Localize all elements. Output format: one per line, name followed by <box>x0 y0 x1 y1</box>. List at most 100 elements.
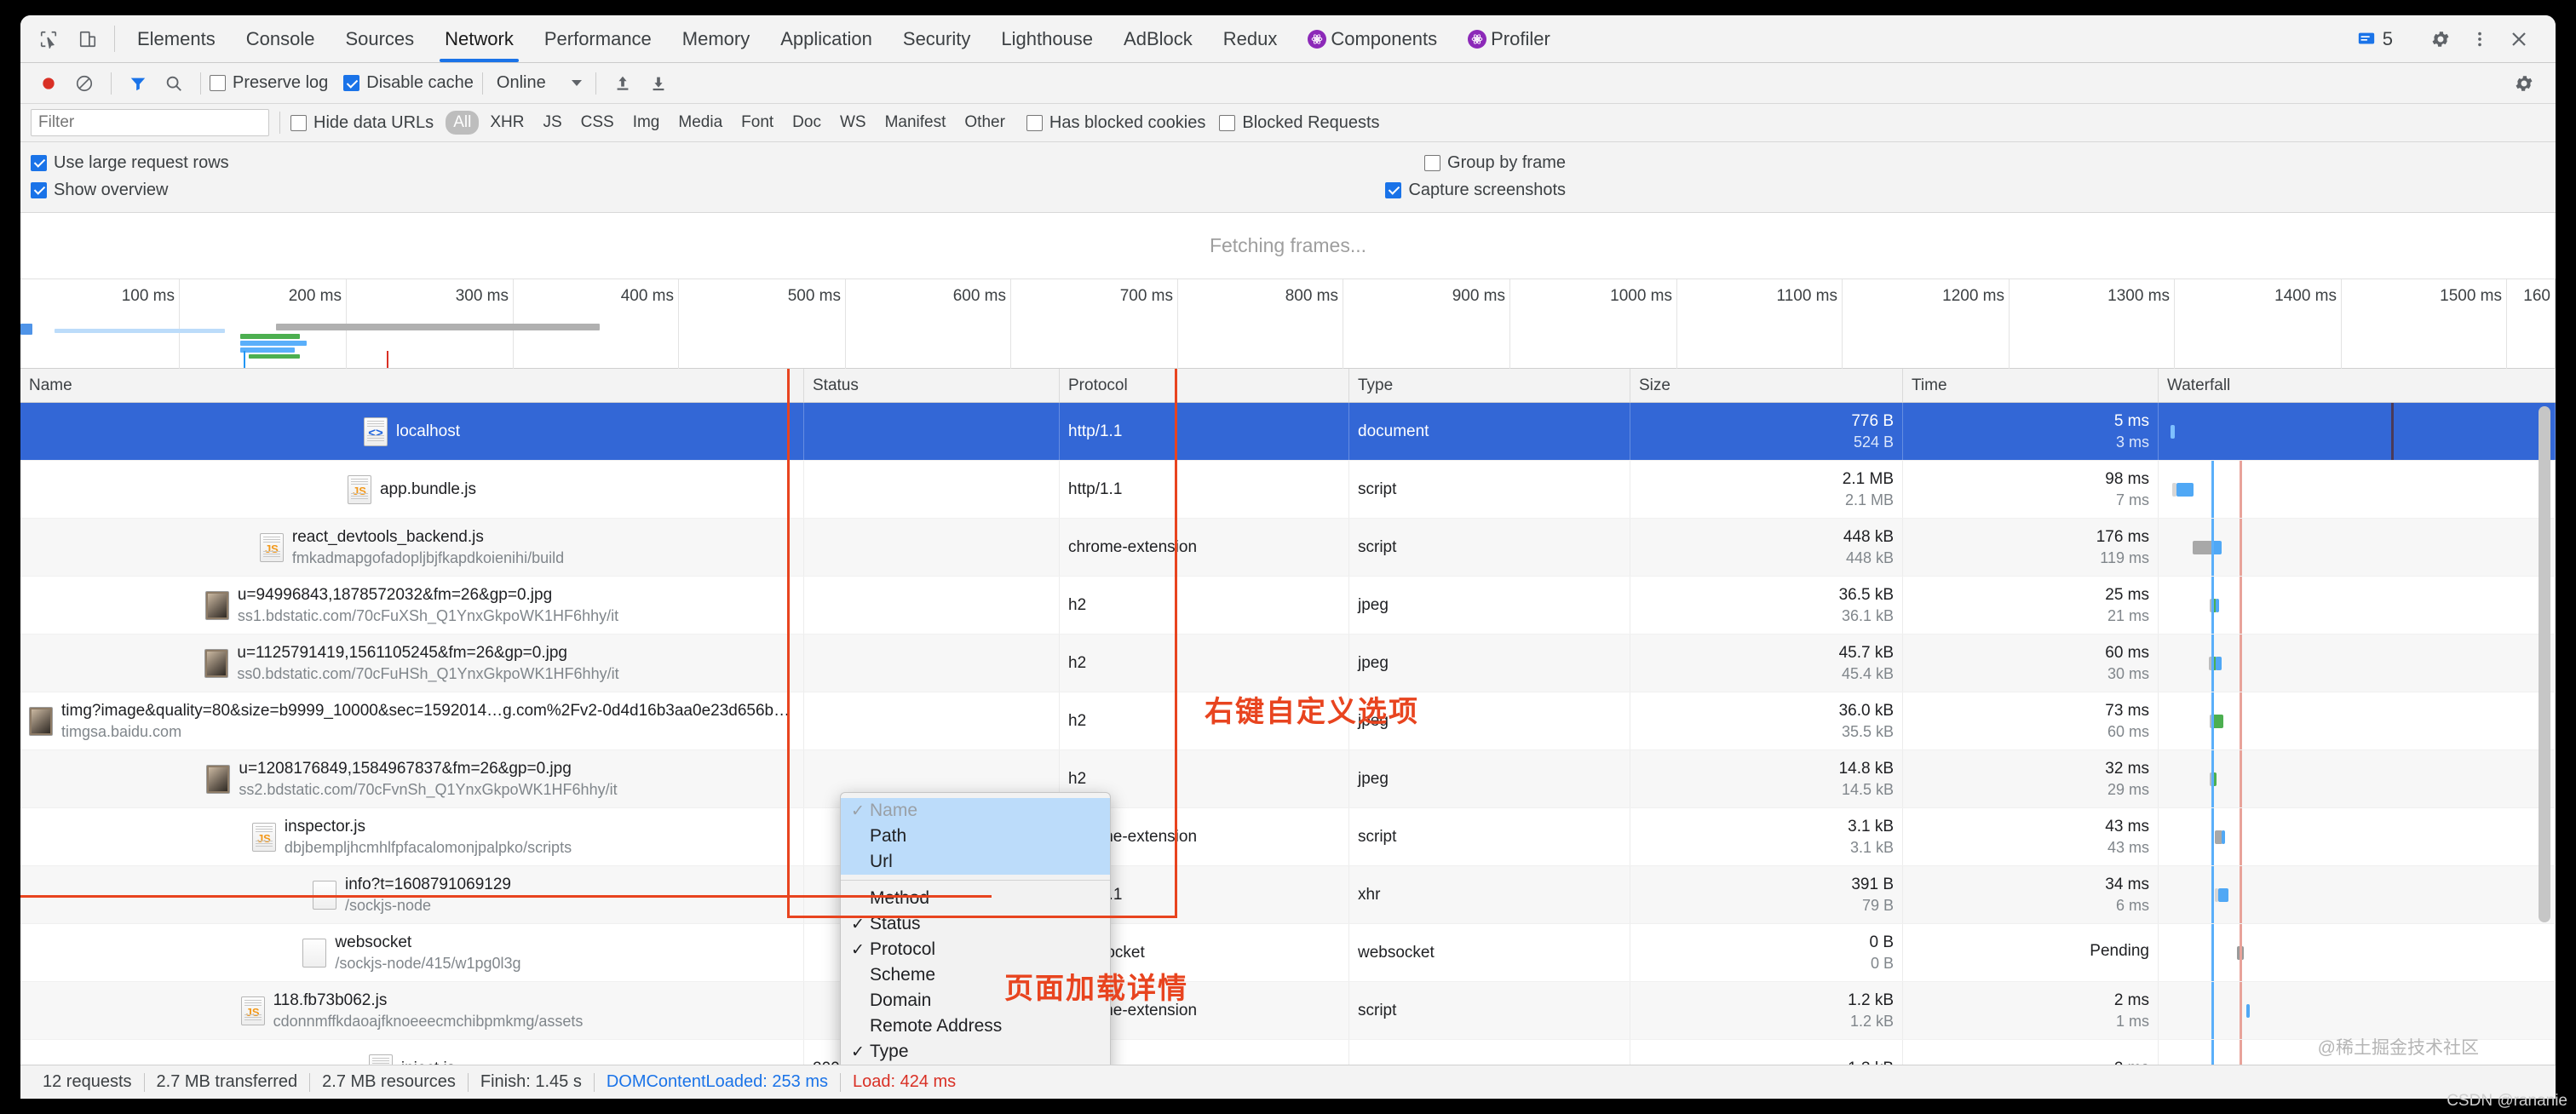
ctx-item-status[interactable]: ✓ Status <box>841 911 1110 937</box>
cell-waterfall <box>2159 461 2556 518</box>
tab-lighthouse[interactable]: Lighthouse <box>986 15 1108 62</box>
cell-size: 45.7 kB 45.4 kB <box>1630 635 1903 692</box>
tab-application[interactable]: Application <box>765 15 888 62</box>
record-button-icon[interactable] <box>31 66 66 101</box>
ctx-item-remote-address[interactable]: Remote Address <box>841 1014 1110 1039</box>
table-row[interactable]: info?t=1608791069129/sockjs-node http/1.… <box>20 866 2556 924</box>
table-row[interactable]: <> localhost http/1.1 document 776 B 524 … <box>20 403 2556 461</box>
tab-components[interactable]: Components <box>1292 15 1452 62</box>
preserve-log-checkbox[interactable]: Preserve log <box>210 73 328 93</box>
tab-elements[interactable]: Elements <box>122 15 231 62</box>
ctx-item-method[interactable]: Method <box>841 886 1110 911</box>
ctx-item-protocol[interactable]: ✓ Protocol <box>841 937 1110 962</box>
table-row[interactable]: u=94996843,1878572032&fm=26&gp=0.jpg ss1.… <box>20 577 2556 635</box>
filter-input[interactable] <box>31 109 269 136</box>
ctx-item-label: Method <box>870 888 930 908</box>
type-filter-ws[interactable]: WS <box>832 111 874 135</box>
type-filter-media[interactable]: Media <box>670 111 730 135</box>
show-overview-checkbox[interactable]: Show overview <box>31 181 169 200</box>
type-filter-manifest[interactable]: Manifest <box>877 111 954 135</box>
device-toolbar-icon[interactable] <box>68 15 107 62</box>
toolbar-divider <box>595 72 596 95</box>
filter-funnel-icon[interactable] <box>120 66 156 101</box>
type-filter-font[interactable]: Font <box>733 111 781 135</box>
tab-performance[interactable]: Performance <box>529 15 667 62</box>
tab-memory[interactable]: Memory <box>667 15 765 62</box>
inspect-element-icon[interactable] <box>29 15 68 62</box>
waterfall-dcl-line <box>2211 808 2214 865</box>
throttling-dropdown[interactable]: Online <box>492 73 587 93</box>
column-header-type[interactable]: Type <box>1349 369 1630 402</box>
ctx-item-name[interactable]: ✓ Name <box>841 798 1110 824</box>
column-header-name[interactable]: Name <box>20 369 804 402</box>
column-context-menu[interactable]: ✓ Name Path Url Method ✓ Status ✓ Protocol … <box>840 792 1111 1065</box>
tab-redux[interactable]: Redux <box>1208 15 1293 62</box>
disable-cache-checkbox[interactable]: Disable cache <box>343 73 474 93</box>
tab-profiler[interactable]: Profiler <box>1452 15 1566 62</box>
size-sub-value: 1.2 kB <box>1849 1012 1894 1030</box>
waterfall-bar <box>2218 888 2228 902</box>
type-filter-other[interactable]: Other <box>957 111 1013 135</box>
cell-size: 776 B 524 B <box>1630 403 1903 460</box>
toolbar-divider <box>114 26 115 52</box>
capture-screenshots-checkbox[interactable]: Capture screenshots <box>1385 181 1566 200</box>
export-har-icon[interactable] <box>641 66 676 101</box>
tab-sources[interactable]: Sources <box>330 15 429 62</box>
tab-label: Redux <box>1222 27 1278 49</box>
use-large-request-rows-checkbox[interactable]: Use large request rows <box>31 153 229 173</box>
search-icon[interactable] <box>156 66 192 101</box>
gear-icon[interactable] <box>2423 21 2458 57</box>
tab-label: Performance <box>543 27 652 49</box>
image-thumbnail-icon <box>206 764 231 794</box>
has-blocked-cookies-checkbox[interactable]: Has blocked cookies <box>1026 113 1205 133</box>
table-row[interactable]: JS inspector.js dbjbempljhcmhlfpfacalomon… <box>20 808 2556 866</box>
close-icon[interactable] <box>2501 21 2537 57</box>
type-filter-all[interactable]: All <box>446 111 480 135</box>
type-filter-js[interactable]: JS <box>535 111 569 135</box>
tab-console[interactable]: Console <box>231 15 331 62</box>
group-by-frame-checkbox[interactable]: Group by frame <box>1424 153 1566 173</box>
waterfall-dcl-line <box>2211 982 2214 1039</box>
ctx-item-url[interactable]: Url <box>841 849 1110 875</box>
import-har-icon[interactable] <box>605 66 641 101</box>
network-overview[interactable]: 100 ms 200 ms 300 ms 400 ms 500 ms 600 m… <box>20 279 2556 369</box>
table-row[interactable]: websocket/sockjs-node/415/w1pg0l3g webso… <box>20 924 2556 982</box>
ctx-item-type[interactable]: ✓ Type <box>841 1039 1110 1065</box>
console-message-count[interactable]: 5 <box>2349 28 2401 50</box>
kebab-menu-icon[interactable] <box>2462 21 2498 57</box>
size-value: 3.1 kB <box>1848 817 1894 836</box>
column-header-status[interactable]: Status <box>804 369 1060 402</box>
column-header-waterfall[interactable]: Waterfall <box>2159 369 2556 402</box>
column-header-time[interactable]: Time <box>1903 369 2159 402</box>
react-extension-icon <box>1468 29 1487 49</box>
table-row[interactable]: JS react_devtools_backend.js fmkadmapgofa… <box>20 519 2556 577</box>
type-filter-css[interactable]: CSS <box>573 111 622 135</box>
waterfall-load-line <box>2240 519 2242 576</box>
type-filter-img[interactable]: Img <box>625 111 668 135</box>
hide-data-urls-checkbox[interactable]: Hide data URLs <box>290 113 434 133</box>
network-filter-row: Hide data URLs All XHR JS CSS Img Media … <box>20 104 2556 142</box>
type-filter-doc[interactable]: Doc <box>785 111 829 135</box>
table-row[interactable]: JS inject.js 200 1.3 kB 2 ms <box>20 1040 2556 1065</box>
table-row[interactable]: u=1125791419,1561105245&fm=26&gp=0.jpg ss… <box>20 635 2556 692</box>
network-settings-gear-icon[interactable] <box>2510 66 2545 101</box>
clear-icon[interactable] <box>66 66 102 101</box>
table-scrollbar[interactable] <box>2539 406 2550 1059</box>
tab-adblock[interactable]: AdBlock <box>1108 15 1208 62</box>
type-value: script <box>1358 827 1397 846</box>
tab-security[interactable]: Security <box>888 15 986 62</box>
blocked-requests-checkbox[interactable]: Blocked Requests <box>1219 113 1380 133</box>
ctx-item-label: Scheme <box>870 965 936 985</box>
cell-name: <> localhost <box>20 403 804 460</box>
column-header-size[interactable]: Size <box>1630 369 1903 402</box>
scrollbar-thumb[interactable] <box>2539 406 2550 922</box>
ctx-item-path[interactable]: Path <box>841 824 1110 849</box>
column-header-protocol[interactable]: Protocol <box>1060 369 1349 402</box>
type-filter-xhr[interactable]: XHR <box>482 111 532 135</box>
table-row[interactable]: JS 118.fb73b062.js cdonnmffkdaoajfknoeeec… <box>20 982 2556 1040</box>
table-row[interactable]: u=1208176849,1584967837&fm=26&gp=0.jpg ss… <box>20 750 2556 808</box>
tab-network[interactable]: Network <box>429 15 529 62</box>
waterfall-dcl-line <box>2211 461 2214 518</box>
cell-protocol: h2 <box>1060 635 1349 692</box>
table-row[interactable]: JS app.bundle.js http/1.1 script 2.1 MB 2… <box>20 461 2556 519</box>
